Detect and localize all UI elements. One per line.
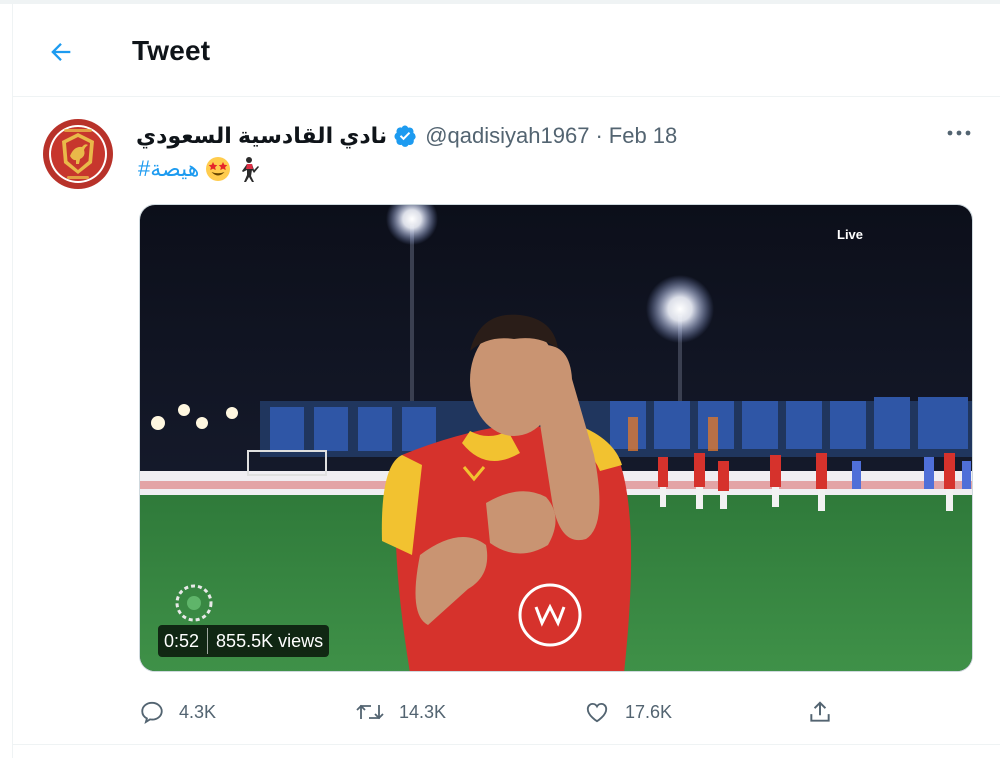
video-duration: 0:52 xyxy=(164,630,200,651)
avatar[interactable] xyxy=(40,116,116,192)
author-display-name[interactable]: نادي القادسية السعودي xyxy=(136,123,387,149)
video-views: 855.5K views xyxy=(216,630,324,651)
hashtag-link[interactable]: #هيصة xyxy=(138,156,199,182)
video-meta-overlay: 0:52 855.5K views xyxy=(158,625,330,657)
broadcast-badge: Live xyxy=(837,227,864,242)
retweet-count: 14.3K xyxy=(399,701,447,722)
tweet-detail-panel: Tweet نادي القادسية السعودي @qadisiyah19… xyxy=(12,4,1000,758)
author-row: نادي القادسية السعودي @qadisiyah1967 · F… xyxy=(136,119,677,153)
retweet-button[interactable]: 14.3K xyxy=(355,696,446,728)
reply-count: 4.3K xyxy=(179,701,217,722)
arrow-left-icon xyxy=(51,43,71,61)
more-options-button[interactable] xyxy=(941,118,977,148)
author-handle[interactable]: @qadisiyah1967 xyxy=(425,123,589,149)
club-logo-icon xyxy=(40,116,116,192)
more-horizontal-icon xyxy=(947,130,971,136)
video-thumbnail xyxy=(140,205,972,671)
person-dancing-emoji xyxy=(237,156,263,182)
share-button[interactable] xyxy=(807,696,833,728)
share-icon xyxy=(810,701,830,722)
video-player[interactable]: Live 0:52 855.5K views xyxy=(139,204,973,672)
tweet-bottom-divider xyxy=(13,744,1000,745)
tweet-actions-bar: 4.3K 14.3K 17.6K xyxy=(139,692,973,732)
like-count: 17.6K xyxy=(625,701,673,722)
verified-badge-icon xyxy=(393,124,417,148)
like-button[interactable]: 17.6K xyxy=(583,696,672,728)
star-struck-emoji xyxy=(205,156,231,182)
heart-icon xyxy=(586,702,608,723)
page-header: Tweet xyxy=(13,4,1000,97)
meta-separator: · xyxy=(595,123,603,148)
meta-divider xyxy=(207,628,209,654)
back-button[interactable] xyxy=(41,32,81,72)
tweet-text: #هيصة xyxy=(138,152,263,186)
page-title: Tweet xyxy=(132,35,211,66)
retweet-icon xyxy=(356,704,384,720)
reply-icon xyxy=(141,701,163,725)
tweet-date[interactable]: Feb 18 xyxy=(609,123,678,149)
reply-button[interactable]: 4.3K xyxy=(139,696,216,728)
